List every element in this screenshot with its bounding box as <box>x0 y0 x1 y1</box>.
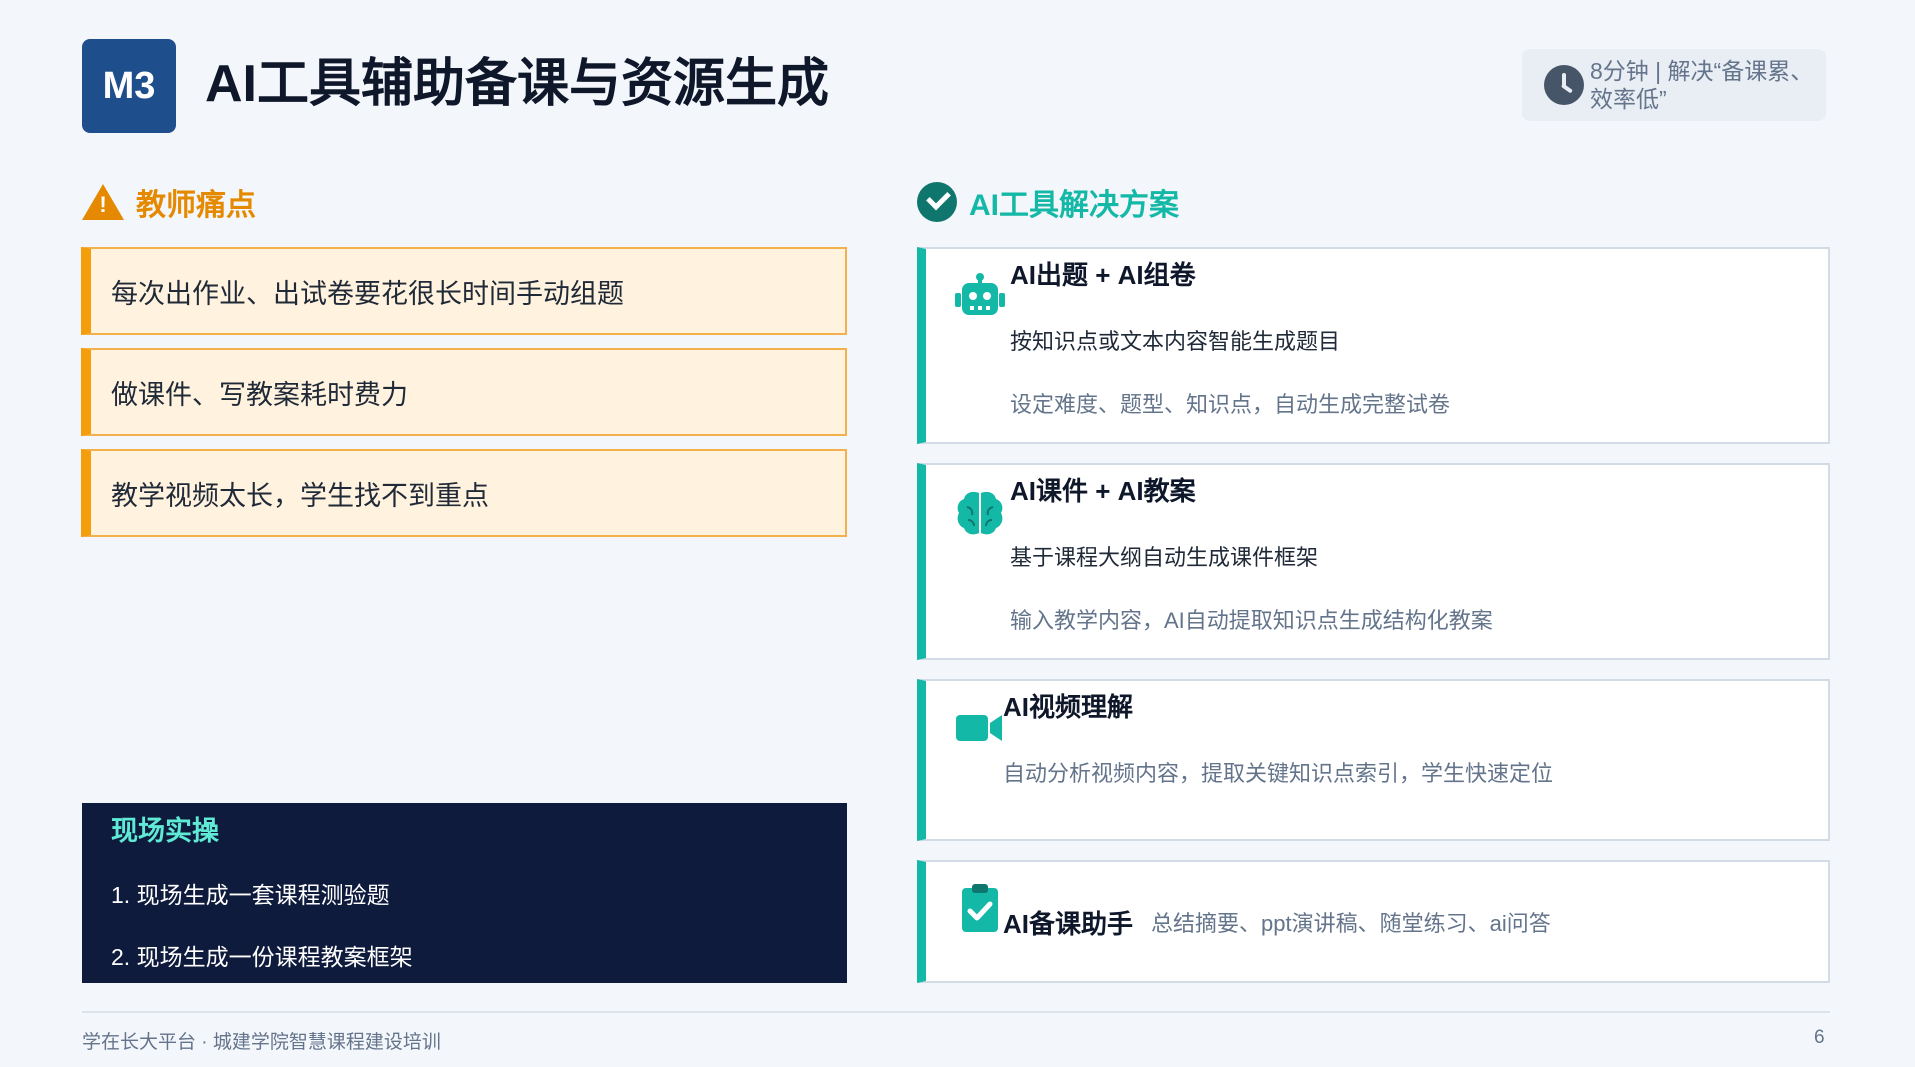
warning-icon: ! <box>82 184 124 220</box>
clock-icon <box>1544 65 1584 105</box>
card-title: AI出题 + AI组卷 <box>1010 260 1196 290</box>
solution-card: AI视频理解 自动分析视频内容，提取关键知识点索引，学生快速定位 <box>917 679 1830 841</box>
solution-card: AI课件 + AI教案 基于课程大纲自动生成课件框架 输入教学内容，AI自动提取… <box>917 463 1830 660</box>
pain-item: 做课件、写教案耗时费力 <box>81 348 847 436</box>
module-badge: M3 <box>82 39 176 133</box>
pain-item-text: 每次出作业、出试卷要花很长时间手动组题 <box>111 278 624 309</box>
clipboard-check-icon <box>962 884 998 932</box>
solution-heading: AI工具解决方案 <box>917 180 1179 224</box>
page-title: AI工具辅助备课与资源生成 <box>205 55 830 113</box>
check-circle-icon <box>917 182 957 222</box>
pain-item: 每次出作业、出试卷要花很长时间手动组题 <box>81 247 847 335</box>
duration-badge: 8分钟 | 解决“备课累、效率低” <box>1522 49 1826 121</box>
practice-panel: 现场实操 1. 现场生成一套课程测验题 2. 现场生成一份课程教案框架 <box>82 803 847 983</box>
pain-heading-label: 教师痛点 <box>136 189 256 222</box>
card-line: 基于课程大纲自动生成课件框架 <box>1010 545 1319 570</box>
practice-item: 2. 现场生成一份课程教案框架 <box>111 944 413 970</box>
card-line: 总结摘要、ppt演讲稿、随堂练习、ai问答 <box>1151 911 1551 936</box>
card-line: 设定难度、题型、知识点，自动生成完整试卷 <box>1010 392 1451 417</box>
pain-item-text: 教学视频太长，学生找不到重点 <box>111 480 489 511</box>
brain-icon <box>957 491 1003 535</box>
practice-heading: 现场实操 <box>111 816 219 846</box>
card-title: AI视频理解 <box>1003 692 1134 722</box>
duration-text: 8分钟 | 解决“备课累、效率低” <box>1590 58 1814 112</box>
solution-card: AI备课助手 总结摘要、ppt演讲稿、随堂练习、ai问答 <box>917 860 1830 983</box>
card-line: 输入教学内容，AI自动提取知识点生成结构化教案 <box>1010 608 1493 633</box>
pain-item: 教学视频太长，学生找不到重点 <box>81 449 847 537</box>
card-line: 自动分析视频内容，提取关键知识点索引，学生快速定位 <box>1003 761 1554 786</box>
practice-item: 1. 现场生成一套课程测验题 <box>111 882 390 908</box>
solution-card: AI出题 + AI组卷 按知识点或文本内容智能生成题目 设定难度、题型、知识点，… <box>917 247 1830 444</box>
pain-item-text: 做课件、写教案耗时费力 <box>111 379 408 410</box>
card-line: 按知识点或文本内容智能生成题目 <box>1010 329 1341 354</box>
footer-text: 学在长大平台 · 城建学院智慧课程建设培训 <box>82 1032 441 1053</box>
solution-heading-label: AI工具解决方案 <box>969 189 1179 222</box>
card-title: AI备课助手 <box>1003 909 1134 939</box>
robot-icon <box>955 273 1005 315</box>
card-title: AI课件 + AI教案 <box>1010 476 1196 506</box>
page-number: 6 <box>1814 1027 1825 1048</box>
footer-divider <box>82 1011 1830 1013</box>
video-camera-icon <box>956 715 1002 741</box>
pain-heading: ! 教师痛点 <box>82 180 256 224</box>
